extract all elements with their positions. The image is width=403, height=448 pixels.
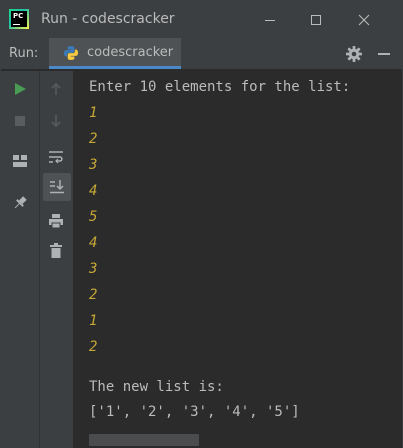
run-window: PC Run - codescracker Run: codescracker …: [0, 0, 403, 448]
window-title: Run - codescracker: [41, 11, 175, 27]
pin-tab-button[interactable]: [6, 189, 34, 217]
run-toolbar: Run: codescracker: [1, 38, 402, 70]
gear-icon[interactable]: [345, 45, 363, 63]
soft-wrap-button[interactable]: [42, 143, 70, 171]
soft-wrap-icon: [49, 151, 63, 164]
run-tab-label: codescracker: [87, 45, 174, 60]
console-input-line: 4: [89, 183, 98, 199]
console-output[interactable]: Enter 10 elements for the list: 1 2 3 4 …: [73, 71, 402, 448]
console-input-line: 4: [89, 235, 98, 251]
arrow-down-icon: [51, 115, 61, 128]
print-icon: [49, 214, 63, 229]
scroll-to-end-icon: [50, 180, 64, 194]
stop-icon: [15, 116, 25, 126]
trash-icon: [50, 243, 62, 258]
run-label: Run:: [9, 46, 39, 61]
minimize-button[interactable]: [247, 1, 293, 38]
minimize-icon: [265, 19, 275, 21]
console-input-line: 2: [89, 287, 98, 303]
rerun-button[interactable]: [6, 75, 34, 103]
pycharm-logo-icon: PC: [9, 9, 29, 29]
maximize-icon: [311, 14, 321, 25]
horizontal-scrollbar[interactable]: [89, 434, 199, 446]
console-input-line: 3: [89, 157, 98, 173]
maximize-button[interactable]: [293, 1, 339, 38]
console-prompt: Enter 10 elements for the list:: [89, 79, 351, 95]
pin-icon: [14, 196, 27, 209]
console-input-line: 2: [89, 131, 98, 147]
previous-occurrence-button[interactable]: [42, 75, 70, 103]
stop-button[interactable]: [6, 107, 34, 135]
secondary-tool-strip: [39, 71, 73, 448]
console-input-line: 5: [89, 209, 98, 225]
layout-icon: [13, 155, 27, 167]
console-input-line: 1: [89, 105, 98, 121]
primary-tool-strip: [1, 71, 39, 448]
layout-button[interactable]: [6, 147, 34, 175]
close-button[interactable]: [341, 1, 387, 38]
scroll-to-end-button[interactable]: [43, 173, 71, 201]
console-input-line: 3: [89, 261, 98, 277]
clear-all-button[interactable]: [42, 237, 70, 265]
print-button[interactable]: [42, 207, 70, 235]
console-input-line: 2: [89, 339, 98, 355]
hide-panel-button[interactable]: [378, 53, 390, 55]
console-input-line: 1: [89, 313, 98, 329]
python-icon: [64, 46, 78, 60]
arrow-up-icon: [51, 82, 61, 95]
console-result-label: The new list is:: [89, 379, 224, 395]
title-bar: PC Run - codescracker: [1, 1, 402, 38]
next-occurrence-button[interactable]: [42, 107, 70, 135]
run-icon: [15, 83, 26, 95]
run-tab-codescracker[interactable]: codescracker: [49, 38, 181, 69]
console-result-value: ['1', '2', '3', '4', '5']: [89, 404, 300, 420]
close-icon: [358, 14, 370, 25]
